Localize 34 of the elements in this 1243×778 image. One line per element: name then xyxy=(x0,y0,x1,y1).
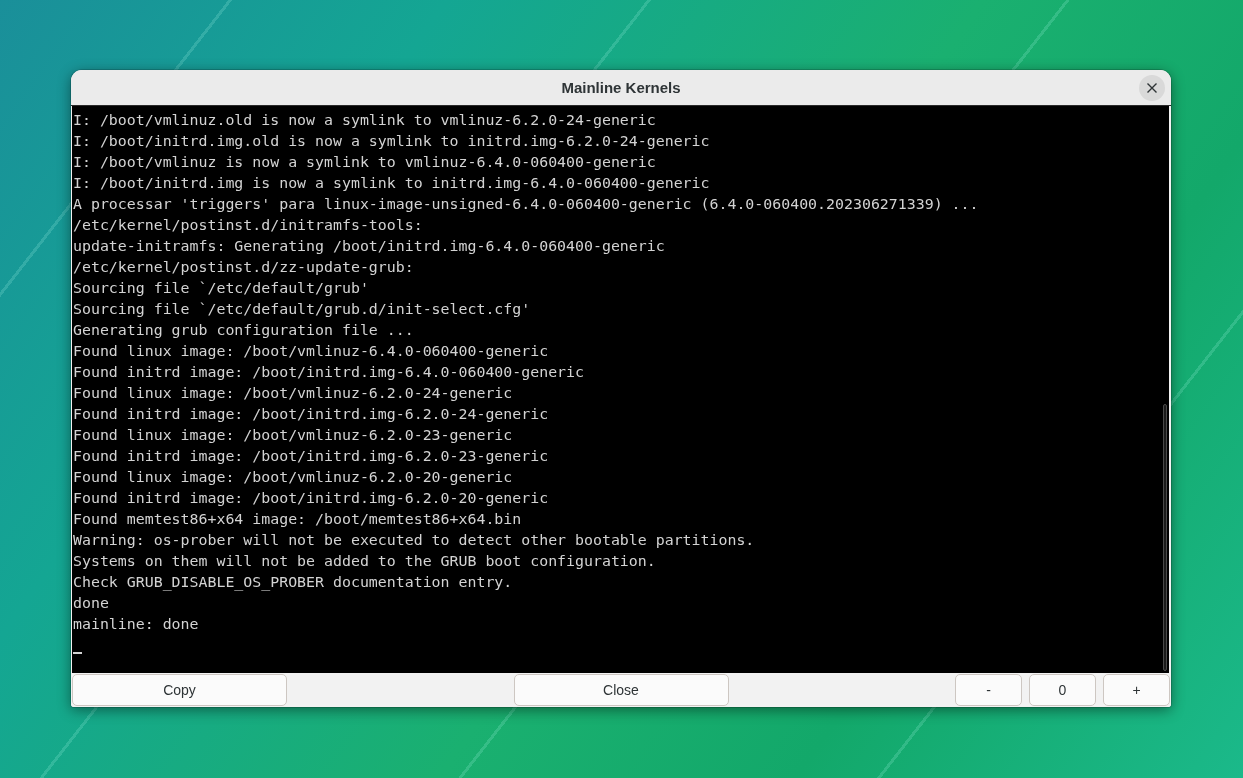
output-line: Found linux image: /boot/vmlinuz-6.4.0-060400-generic xyxy=(73,341,549,362)
output-line: Warning: os-prober will not be executed to detect other bootable partitions. xyxy=(73,530,755,551)
close-button[interactable] xyxy=(1139,74,1165,101)
close-dialog-button[interactable]: Close xyxy=(513,674,729,706)
output-line: Found initrd image: /boot/initrd.img-6.2.0-23-generic xyxy=(73,446,549,467)
output-line: Found initrd image: /boot/initrd.img-6.2.0-20-generic xyxy=(73,488,549,509)
increase-button[interactable]: + xyxy=(1103,674,1170,706)
output-line: Check GRUB_DISABLE_OS_PROBER documentation entry. xyxy=(73,572,513,593)
output-line: Found memtest86+x64 image: /boot/memtest86+x64.bin xyxy=(73,509,522,530)
output-line: Found linux image: /boot/vmlinuz-6.2.0-24-generic xyxy=(73,383,513,404)
output-line: mainline: done xyxy=(73,614,199,635)
output-line: I: /boot/initrd.img.old is now a symlink to initrd.img-6.2.0-24-generic xyxy=(73,131,710,152)
output-line: Sourcing file `/etc/default/grub.d/init-select.cfg' xyxy=(73,299,531,320)
output-line: Found initrd image: /boot/initrd.img-6.4.0-060400-generic xyxy=(73,362,584,383)
reset-button[interactable]: 0 xyxy=(1029,674,1096,706)
output-line: I: /boot/initrd.img is now a symlink to initrd.img-6.4.0-060400-generic xyxy=(73,173,710,194)
output-line: /etc/kernel/postinst.d/zz-update-grub: xyxy=(73,257,414,278)
output-line: /etc/kernel/postinst.d/initramfs-tools: xyxy=(73,215,423,236)
close-icon xyxy=(1147,82,1157,93)
output-line: Found linux image: /boot/vmlinuz-6.2.0-20-generic xyxy=(73,467,513,488)
output-line: done xyxy=(73,593,109,614)
copy-button[interactable]: Copy xyxy=(72,674,287,706)
output-line: Systems on them will not be added to the GRUB boot configuration. xyxy=(73,551,656,572)
output-line: Sourcing file `/etc/default/grub' xyxy=(73,278,369,299)
output-line: Generating grub configuration file ... xyxy=(73,320,414,341)
output-line: A processar 'triggers' para linux-image-unsigned-6.4.0-060400-generic (6.4.0-060400.202306271339) ... xyxy=(73,194,979,215)
output-line: I: /boot/vmlinuz is now a symlink to vmlinuz-6.4.0-060400-generic xyxy=(73,152,656,173)
output-line: update-initramfs: Generating /boot/initrd.img-6.4.0-060400-generic xyxy=(73,236,665,257)
output-line: Found initrd image: /boot/initrd.img-6.2.0-24-generic xyxy=(73,404,549,425)
output-line: Found linux image: /boot/vmlinuz-6.2.0-23-generic xyxy=(73,425,513,446)
window-title: Mainline Kernels xyxy=(561,79,681,96)
output-line: I: /boot/vmlinuz.old is now a symlink to vmlinuz-6.2.0-24-generic xyxy=(73,110,656,131)
decrease-button[interactable]: - xyxy=(955,674,1022,706)
scrollbar[interactable] xyxy=(1163,404,1167,671)
